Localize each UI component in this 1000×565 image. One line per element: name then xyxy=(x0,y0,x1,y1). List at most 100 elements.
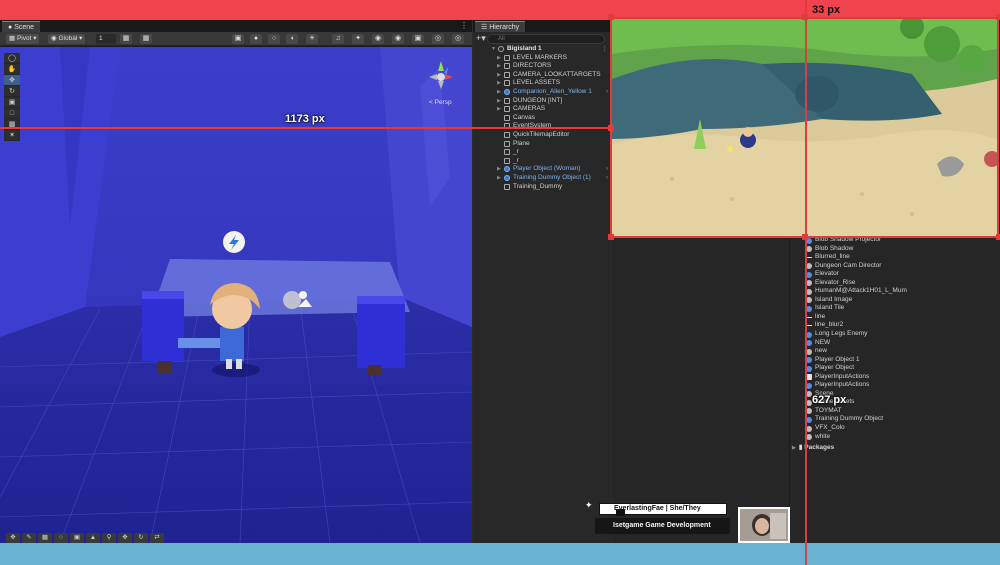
scene-fx-icon[interactable]: ☀ xyxy=(306,34,318,44)
grid-snap-icon[interactable]: ▦ xyxy=(120,34,132,44)
project-asset-item[interactable]: PlayerInputActions xyxy=(806,373,996,382)
camera-settings-icon[interactable]: ▣ xyxy=(412,34,424,44)
project-asset-item[interactable]: Blurred_line xyxy=(806,253,996,262)
open-prefab-icon[interactable]: › xyxy=(606,165,608,174)
hierarchy-item[interactable]: ▶ CAMERA_LOOKATTARGETS xyxy=(473,71,611,80)
hierarchy-scene-root[interactable]: ▼ Bigisland 1 ⋮ xyxy=(473,45,611,54)
resize-handle-bottom-left[interactable] xyxy=(608,234,614,240)
move-tile-icon[interactable]: ✥ xyxy=(118,533,132,543)
resize-handle-top-mid[interactable] xyxy=(802,14,808,20)
hierarchy-item[interactable]: ▶ Training Dummy Object (1) › xyxy=(473,174,611,183)
flip-tile-icon[interactable]: ⇄ xyxy=(150,533,164,543)
hierarchy-item[interactable]: _r xyxy=(473,157,611,166)
hierarchy-search-input[interactable]: All xyxy=(487,34,605,44)
chevron-right-icon[interactable]: ▶ xyxy=(497,105,501,114)
hierarchy-item[interactable]: ▶ LEVEL MARKERS xyxy=(473,54,611,63)
resize-handle-top-left[interactable] xyxy=(608,14,614,20)
scale-tool-icon[interactable]: ▣ xyxy=(4,97,20,108)
project-asset-item[interactable]: new xyxy=(806,347,996,356)
increment-snap-icon[interactable]: ▦ xyxy=(140,34,152,44)
tab-scene[interactable]: ● Scene xyxy=(2,21,41,32)
global-dropdown[interactable]: ◉ Global ▾ xyxy=(48,34,86,44)
rect-tool-icon[interactable]: □ xyxy=(4,108,20,119)
project-asset-item[interactable]: Dungeon Cam Director xyxy=(806,262,996,271)
hierarchy-item[interactable]: QuickTilemapEditor xyxy=(473,131,611,140)
rotate-tool-icon[interactable]: ↻ xyxy=(4,86,20,97)
resize-handle-bottom-right[interactable] xyxy=(996,234,1000,240)
chevron-right-icon[interactable]: ▶ xyxy=(497,165,501,174)
perspective-label[interactable]: < Persp xyxy=(429,99,452,106)
shaded-sphere-icon[interactable]: ● xyxy=(250,34,262,44)
open-prefab-icon[interactable]: › xyxy=(606,174,608,183)
tab-hierarchy[interactable]: ☰ Hierarchy xyxy=(475,21,526,32)
project-asset-item[interactable]: TOYMAT xyxy=(806,407,996,416)
brush-icon[interactable]: ✎ xyxy=(22,533,36,543)
resize-handle-mid-left[interactable] xyxy=(608,125,614,131)
hierarchy-item[interactable]: ▶ LEVEL ASSETS xyxy=(473,79,611,88)
globe-icon[interactable]: ◎ xyxy=(452,34,464,44)
hierarchy-item[interactable]: ▶ Player Object (Woman) › xyxy=(473,165,611,174)
project-asset-item[interactable]: PlayerInputActions xyxy=(806,381,996,390)
project-asset-item[interactable]: Blob Shadow xyxy=(806,245,996,254)
project-asset-item[interactable]: Island Image xyxy=(806,296,996,305)
snap-increment-field[interactable]: 1 xyxy=(96,34,116,44)
move-tool-icon[interactable]: ✥ xyxy=(4,75,20,86)
chevron-right-icon[interactable]: ▶ xyxy=(497,174,501,183)
project-packages-folder[interactable]: ▶ ▮ Packages xyxy=(792,443,834,451)
chevron-down-icon[interactable]: ▼ xyxy=(491,45,496,54)
project-asset-item[interactable]: line_blur2 xyxy=(806,321,996,330)
eraser-icon[interactable]: ▣ xyxy=(70,533,84,543)
hand-tool-icon[interactable]: ✋ xyxy=(4,64,20,75)
select-tile-icon[interactable]: ✥ xyxy=(6,533,20,543)
eye-icon[interactable]: ◉ xyxy=(392,34,404,44)
visibility-icon[interactable]: ◉ xyxy=(372,34,384,44)
hierarchy-item[interactable]: ▶ DUNGEON [INT] xyxy=(473,97,611,106)
chevron-right-icon[interactable]: ▶ xyxy=(497,97,501,106)
lighting-toggle-icon[interactable]: ◖ xyxy=(286,34,298,44)
hierarchy-item[interactable]: ▶ Companion_Alien_Yellow 1 › xyxy=(473,88,611,97)
project-asset-item[interactable]: NEW xyxy=(806,339,996,348)
project-asset-item[interactable]: Elevator xyxy=(806,270,996,279)
hierarchy-item[interactable]: ▶ CAMERAS xyxy=(473,105,611,114)
view-tool-icon[interactable]: ◯ xyxy=(4,53,20,64)
hierarchy-item[interactable]: ▶ DIRECTORS xyxy=(473,62,611,71)
add-object-icon[interactable]: +▾ xyxy=(476,33,486,44)
chevron-right-icon[interactable]: ▶ xyxy=(497,54,501,63)
eyedropper-icon[interactable]: ○ xyxy=(54,533,68,543)
chevron-right-icon[interactable]: ▶ xyxy=(792,445,796,451)
bucket-icon[interactable]: ▲ xyxy=(86,533,100,543)
kebab-menu-icon[interactable]: ⋮ xyxy=(602,45,609,54)
hierarchy-item[interactable]: Canvas xyxy=(473,114,611,123)
project-asset-item[interactable]: HumanM@Attack1H01_L_Mum xyxy=(806,287,996,296)
hierarchy-item[interactable]: Training_Dummy xyxy=(473,183,611,192)
project-asset-item[interactable]: line xyxy=(806,313,996,322)
resize-handle-top-right[interactable] xyxy=(996,14,1000,20)
kebab-menu-icon[interactable]: ⋮ xyxy=(460,21,468,30)
chevron-right-icon[interactable]: ▶ xyxy=(497,62,501,71)
gizmos-icon[interactable]: ◎ xyxy=(432,34,444,44)
project-asset-item[interactable]: Player Object 1 xyxy=(806,356,996,365)
custom-tool-icon[interactable]: ✶ xyxy=(4,130,20,141)
hierarchy-item[interactable]: Plane xyxy=(473,140,611,149)
zoom-icon[interactable]: ⚲ xyxy=(102,533,116,543)
chevron-right-icon[interactable]: ▶ xyxy=(497,79,501,88)
fill-box-icon[interactable]: ▩ xyxy=(38,533,52,543)
project-asset-item[interactable]: Elevator_Rise xyxy=(806,279,996,288)
project-asset-item[interactable]: Long Legs Enemy xyxy=(806,330,996,339)
hierarchy-item[interactable]: _r xyxy=(473,148,611,157)
pivot-dropdown[interactable]: ▦ Pivot ▾ xyxy=(6,34,40,44)
chevron-right-icon[interactable]: ▶ xyxy=(497,88,501,97)
scene-viewport[interactable]: < Persp ◯ ✋ ✥ ↻ ▣ □ ▩ ✶ ✥ ✎ ▩ ○ ▣ ▲ ⚲ ✥ … xyxy=(0,47,472,543)
project-divider[interactable] xyxy=(789,236,790,543)
rotate-tile-icon[interactable]: ↻ xyxy=(134,533,148,543)
project-asset-item[interactable]: Island Tile xyxy=(806,304,996,313)
chevron-right-icon[interactable]: ▶ xyxy=(497,71,501,80)
draw-mode-icon[interactable]: ▣ xyxy=(232,34,244,44)
audio-mute-icon[interactable]: ♫ xyxy=(332,34,344,44)
open-prefab-icon[interactable]: › xyxy=(606,88,608,97)
wire-sphere-icon[interactable]: ○ xyxy=(268,34,280,44)
effects-icon[interactable]: ✦ xyxy=(352,34,364,44)
project-asset-item[interactable]: Training Dummy Object xyxy=(806,415,996,424)
project-asset-item[interactable]: Player Object xyxy=(806,364,996,373)
project-asset-item[interactable]: VFX_Colo xyxy=(806,424,996,433)
